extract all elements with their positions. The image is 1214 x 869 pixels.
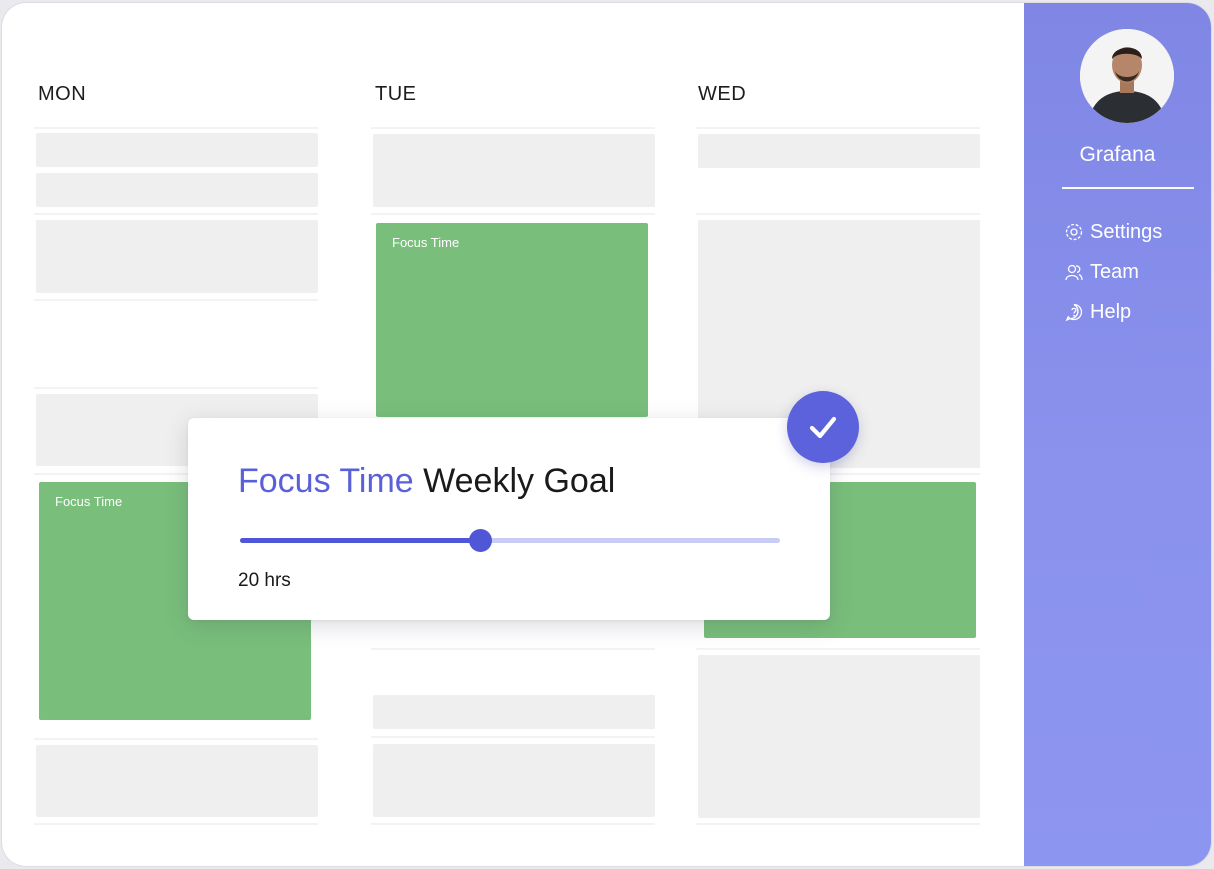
- goal-confirm-badge[interactable]: [787, 391, 859, 463]
- goal-title-accent: Focus Time: [238, 462, 414, 500]
- calendar-slot[interactable]: [698, 655, 980, 818]
- user-avatar[interactable]: [1080, 29, 1174, 123]
- calendar-slot[interactable]: [373, 134, 655, 207]
- check-icon: [809, 416, 837, 439]
- app-window: MON TUE WED Focus Time Focus Time Grafan…: [2, 3, 1211, 866]
- org-name: Grafana: [1079, 143, 1156, 166]
- day-header-wed: WED: [698, 83, 747, 105]
- calendar-slot[interactable]: [373, 695, 655, 729]
- team-icon: [1065, 264, 1083, 281]
- goal-card-title: Focus Time Weekly Goal: [238, 462, 615, 501]
- calendar-slot[interactable]: [36, 745, 318, 817]
- sidebar-item-help[interactable]: Help: [1064, 299, 1131, 325]
- event-label: Focus Time: [392, 235, 460, 250]
- goal-slider-track[interactable]: [240, 529, 780, 552]
- day-header-mon: MON: [38, 83, 87, 105]
- sidebar-item-label: Help: [1090, 300, 1132, 323]
- event-label: Focus Time: [55, 494, 123, 509]
- calendar-slot[interactable]: [698, 134, 980, 168]
- goal-title-rest: Weekly Goal: [413, 462, 616, 500]
- gear-icon: [1065, 223, 1083, 241]
- focus-time-event-tue[interactable]: Focus Time: [376, 223, 648, 417]
- calendar-slot[interactable]: [36, 220, 318, 293]
- calendar-slot[interactable]: [36, 173, 318, 207]
- help-icon: [1065, 303, 1083, 322]
- sidebar-item-label: Settings: [1090, 220, 1163, 243]
- calendar-slot[interactable]: [373, 744, 655, 817]
- goal-value: 20 hrs: [238, 570, 291, 591]
- calendar-slot[interactable]: [36, 133, 318, 167]
- goal-slider-thumb[interactable]: [469, 529, 493, 552]
- focus-time-goal-card: Focus Time Weekly Goal 20 hrs: [188, 418, 830, 620]
- sidebar-item-team[interactable]: Team: [1064, 259, 1139, 285]
- day-header-tue: TUE: [375, 83, 417, 105]
- sidebar-item-settings[interactable]: Settings: [1064, 219, 1162, 245]
- sidebar-item-label: Team: [1090, 260, 1139, 283]
- goal-slider-fill: [240, 538, 481, 543]
- sidebar-divider: [1062, 187, 1194, 189]
- sidebar: [1024, 3, 1211, 866]
